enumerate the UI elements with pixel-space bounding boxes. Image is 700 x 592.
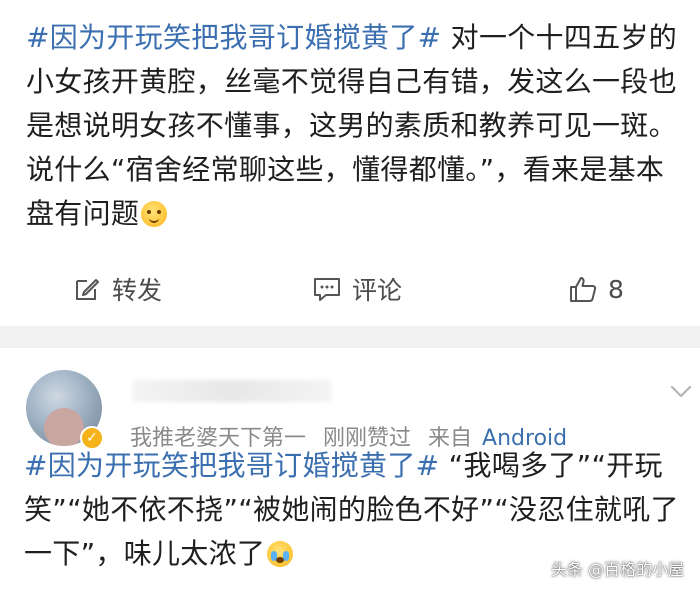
post-text: #因为开玩笑把我哥订婚搅黄了# 对一个十四五岁的小女孩开黄腔，丝毫不觉得自己有错…: [26, 16, 686, 236]
like-button[interactable]: 8: [568, 262, 624, 316]
repost-label: 转发: [112, 276, 163, 305]
comment-button[interactable]: 评论: [312, 262, 402, 316]
smile-sweat-emoji-icon: [141, 201, 168, 227]
like-count: 8: [608, 274, 624, 304]
edit-square-icon: [76, 279, 99, 300]
post-hashtag-link[interactable]: #因为开玩笑把我哥订婚搅黄了#: [26, 21, 441, 54]
repost-button[interactable]: 转发: [72, 262, 162, 316]
watermark: 头条 @百格的小屋: [550, 560, 684, 579]
section-divider: [0, 326, 700, 348]
username-redacted: [132, 380, 332, 402]
comment-hashtag-link[interactable]: #因为开玩笑把我哥订婚搅黄了#: [24, 449, 439, 482]
comment-label: 评论: [352, 276, 403, 305]
comment-bubble-icon: [314, 278, 340, 301]
chevron-down-icon[interactable]: [668, 378, 694, 404]
comment-item: ✓ 我推老婆天下第一 刚刚赞过 来自 Android #因为开玩笑把我哥订婚搅黄了…: [0, 348, 700, 592]
crying-emoji-icon: [267, 541, 294, 567]
thumbs-up-icon: [570, 277, 597, 302]
post-action-bar: 转发 评论 8: [0, 262, 700, 316]
